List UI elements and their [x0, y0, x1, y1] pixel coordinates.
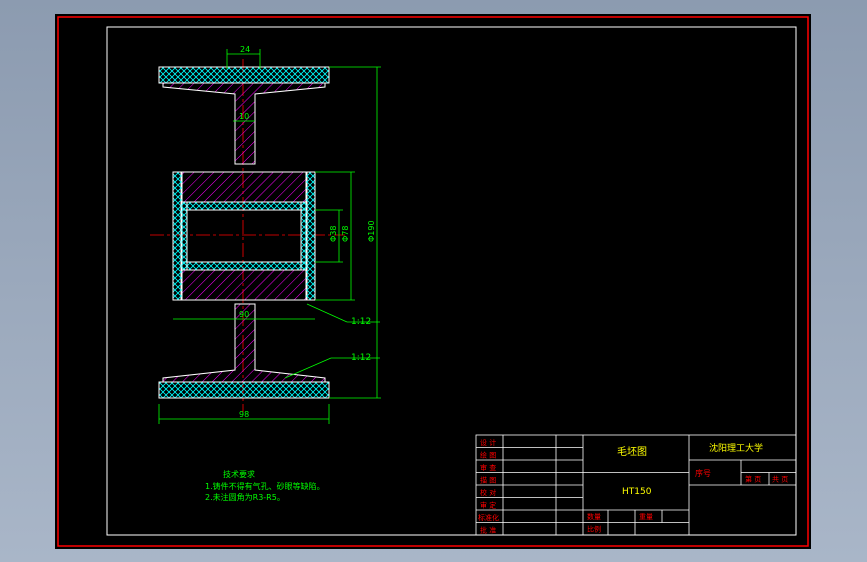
dim-bore-inner: Φ38: [329, 226, 338, 242]
technical-notes: 技术要求 1.铸件不得有气孔、砂眼等缺陷。 2.未注圆角为R3-R5。: [205, 469, 325, 502]
bore: [186, 209, 302, 263]
title-block-text: 设 计 绘 图 审 查 描 图 校 对 审 定 标准化 批 准 毛坯图 HT15…: [478, 438, 788, 535]
taper-label-1: 1:12: [351, 317, 371, 327]
rim-bottom-coating: [158, 381, 330, 399]
dim-bore-outer: Φ78: [341, 226, 350, 242]
notes-title: 技术要求: [223, 469, 255, 479]
role-3: 描 图: [480, 476, 496, 485]
top-flange: [162, 82, 326, 165]
dim-outer-diameter: Φ190: [367, 220, 376, 242]
role-4: 校 对: [480, 488, 496, 497]
notes-line-1: 1.铸件不得有气孔、砂眼等缺陷。: [205, 481, 325, 491]
hub-lower: [180, 269, 308, 301]
bore-right-coating: [300, 201, 308, 271]
dim-overall-length: 98: [239, 410, 249, 419]
dim-hub-length: 90: [239, 310, 249, 319]
notes-line-2: 2.未注圆角为R3-R5。: [205, 492, 285, 502]
drawing-name: 毛坯图: [617, 446, 647, 458]
cad-viewport[interactable]: 24 10 98 90 Φ190 Φ78 Φ38 1:12 1:12 技术要求 …: [55, 14, 811, 549]
bore-top-coating: [180, 201, 308, 211]
rim-top-coating: [158, 66, 330, 84]
weight-label: 重量: [639, 513, 653, 521]
scale-label: 比例: [587, 525, 601, 534]
dim-top-width: 24: [240, 45, 250, 54]
material: HT150: [622, 487, 652, 497]
role-5: 审 定: [480, 501, 496, 510]
role-0: 设 计: [480, 438, 496, 447]
role-1: 绘 图: [480, 451, 496, 460]
sheet-label: 第 页: [745, 475, 761, 484]
bore-bottom-coating: [180, 261, 308, 271]
role-2: 审 查: [480, 463, 496, 472]
role-7: 批 准: [480, 526, 496, 535]
hub-upper: [180, 171, 308, 203]
drawing-canvas: 24 10 98 90 Φ190 Φ78 Φ38 1:12 1:12 技术要求 …: [57, 16, 809, 547]
serial-label: 序号: [695, 468, 711, 478]
bore-left-coating: [180, 201, 188, 271]
role-6: 标准化: [478, 513, 499, 522]
total-label: 共 页: [772, 475, 788, 484]
quantity-label: 数量: [587, 512, 601, 521]
outer-frame: [57, 16, 809, 547]
dim-web: 10: [239, 112, 249, 121]
taper-label-2: 1:12: [351, 353, 371, 363]
university: 沈阳理工大学: [709, 442, 763, 454]
